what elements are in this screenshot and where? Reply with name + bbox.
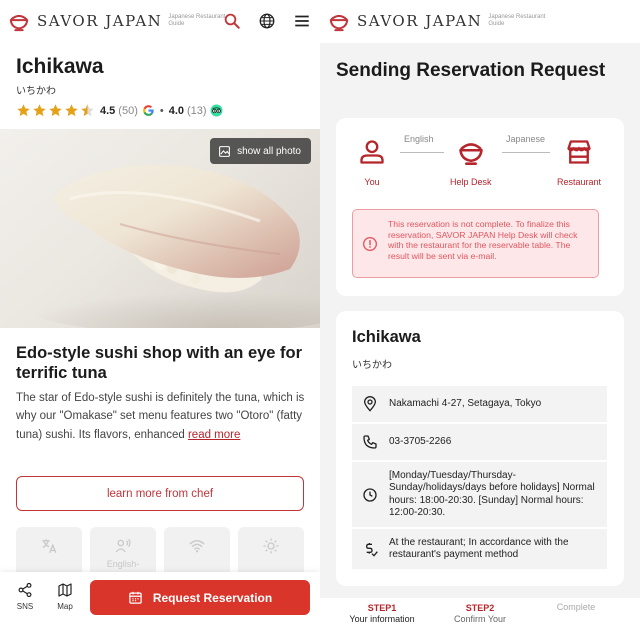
phone-row: 03-3705-2266: [352, 424, 607, 460]
sun-icon: [263, 538, 279, 554]
feature-label: English-: [106, 559, 140, 569]
menu-icon[interactable]: [293, 12, 311, 30]
restaurant-name-jp: いちかわ: [16, 86, 56, 97]
request-flow-card: You English Help Desk Japanese Restauran…: [336, 118, 624, 296]
star-icon: [49, 104, 62, 117]
reservation-request-screen: SAVOR JAPAN Japanese Restaurant Guide Se…: [320, 0, 640, 624]
request-reservation-label: Request Reservation: [152, 590, 273, 605]
brand-logo[interactable]: SAVOR JAPAN Japanese Restaurant Guide: [328, 10, 548, 32]
step-label: Complete: [556, 602, 596, 612]
header: SAVOR JAPAN Japanese Restaurant Guide: [0, 0, 320, 43]
flow-you-label: You: [364, 177, 380, 187]
shop-icon: [567, 140, 591, 164]
tripadvisor-icon: [210, 104, 223, 117]
star-icon: [33, 104, 46, 117]
restaurant-headline: Edo-style sushi shop with an eye for ter…: [16, 344, 303, 382]
translate-icon: [42, 539, 57, 554]
separator-dot: •: [159, 104, 164, 117]
sns-label: SNS: [16, 602, 34, 611]
bowl-logo-icon: [329, 14, 349, 32]
google-icon: [142, 105, 154, 116]
step-number: STEP2: [465, 603, 495, 613]
map-button[interactable]: Map: [51, 582, 79, 611]
brand-tagline: Japanese Restaurant Guide: [488, 14, 546, 27]
alert-text: This reservation is not complete. To fin…: [388, 219, 578, 261]
calendar-icon: [129, 591, 142, 604]
flow-help-desk-label: Help Desk: [450, 177, 492, 187]
english-speaking-icon: [115, 538, 131, 553]
restaurant-name: Ichikawa: [16, 55, 104, 78]
request-reservation-button[interactable]: Request Reservation: [90, 580, 310, 615]
card-restaurant-name-jp: いちかわ: [352, 360, 392, 371]
brand-tagline: Japanese Restaurant Guide: [168, 14, 226, 27]
step-indicator: STEP1 Your information STEP2 Confirm You…: [320, 598, 640, 624]
star-icon: [65, 104, 78, 117]
address-row: Nakamachi 4-27, Setagaya, Tokyo: [352, 386, 607, 422]
rating-row: 4.5 (50) • 4.0 (13): [16, 103, 223, 118]
tripadvisor-score: 4.0: [168, 104, 185, 117]
sns-button[interactable]: SNS: [11, 582, 39, 611]
page-title: Sending Reservation Request: [336, 60, 606, 81]
restaurant-info-card: Ichikawa いちかわ Nakamachi 4-27, Setagaya, …: [336, 311, 624, 586]
header: SAVOR JAPAN Japanese Restaurant Guide: [320, 0, 640, 43]
restaurant-description: The star of Edo-style sushi is definitel…: [16, 389, 308, 444]
help-desk-bowl-icon: [458, 143, 483, 165]
user-icon: [360, 140, 384, 164]
card-restaurant-name: Ichikawa: [352, 328, 421, 346]
star-icon: [17, 104, 30, 117]
alert-icon: [363, 237, 377, 251]
step-2: STEP2 Confirm Your: [440, 603, 520, 624]
payment-icon: [365, 543, 378, 557]
flow-restaurant-label: Restaurant: [557, 177, 602, 187]
payment-text: At the restaurant; In accordance with th…: [389, 536, 569, 561]
flow-line: [400, 152, 444, 153]
restaurant-photo[interactable]: show all photo: [0, 129, 320, 328]
lang-japanese: Japanese: [506, 134, 546, 144]
google-score: 4.5: [100, 104, 116, 117]
flow-node-you: You: [358, 138, 386, 187]
flow-line: [502, 152, 550, 153]
phone-text: 03-3705-2266: [389, 435, 452, 447]
flow-node-restaurant: Restaurant: [557, 138, 601, 187]
step-1: STEP1 Your information: [342, 603, 422, 624]
learn-more-button[interactable]: learn more from chef: [16, 476, 304, 511]
restaurant-detail-screen: SAVOR JAPAN Japanese Restaurant Guide Ic…: [0, 0, 320, 624]
step-label: Your information: [349, 614, 415, 624]
wifi-icon: [189, 540, 205, 553]
show-all-photo-label: show all photo: [237, 145, 301, 157]
gallery-icon: [219, 145, 230, 157]
step-number: STEP1: [367, 603, 397, 613]
location-pin-icon: [363, 396, 377, 412]
read-more-link[interactable]: read more: [188, 429, 240, 441]
feature-list: English-: [16, 527, 320, 587]
payment-row: At the restaurant; In accordance with th…: [352, 529, 607, 569]
clock-icon: [363, 487, 377, 502]
map-label: Map: [57, 602, 73, 611]
show-all-photo-button[interactable]: show all photo: [210, 138, 311, 164]
brand-logo[interactable]: SAVOR JAPAN Japanese Restaurant Guide: [8, 10, 228, 32]
step-complete: Complete: [536, 602, 616, 613]
address-text: Nakamachi 4-27, Setagaya, Tokyo: [389, 397, 542, 409]
star-rating: [16, 103, 95, 118]
globe-icon[interactable]: [258, 12, 276, 30]
hours-text: [Monday/Tuesday/Thursday-Sunday/holidays…: [389, 469, 595, 519]
description-text: The star of Edo-style sushi is definitel…: [16, 392, 305, 441]
bowl-logo-icon: [9, 14, 29, 32]
map-icon: [58, 583, 72, 597]
hours-row: [Monday/Tuesday/Thursday-Sunday/holidays…: [352, 462, 607, 527]
phone-icon: [363, 435, 377, 449]
brand-name: SAVOR JAPAN: [357, 12, 483, 30]
brand-name: SAVOR JAPAN: [37, 12, 163, 30]
half-star-icon: [81, 104, 94, 117]
search-icon[interactable]: [223, 12, 241, 30]
lang-english: English: [404, 134, 434, 144]
google-count: (50): [118, 104, 138, 117]
share-icon: [18, 582, 32, 598]
request-flow: You English Help Desk Japanese Restauran…: [336, 118, 624, 198]
flow-node-help-desk: Help Desk: [450, 138, 492, 187]
step-label: Confirm Your: [453, 614, 507, 624]
tripadvisor-count: (13): [187, 104, 207, 117]
incomplete-alert: This reservation is not complete. To fin…: [352, 209, 599, 278]
bottom-action-bar: SNS Map Request Reservation: [0, 572, 320, 624]
